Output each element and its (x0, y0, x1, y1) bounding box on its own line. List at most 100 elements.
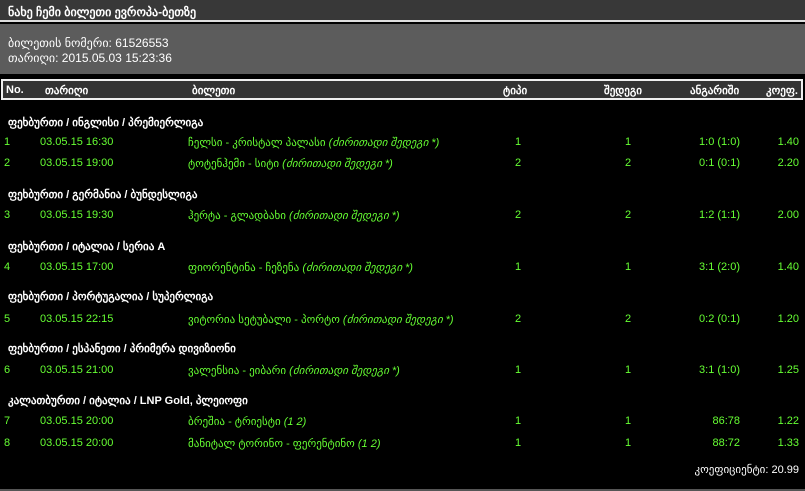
row-result: 2 (625, 209, 632, 221)
bet-note: (1 2) (283, 416, 307, 428)
row-match: ბრეშია - ტრიესტი (1 2) (188, 415, 306, 428)
match-name: ვიტორია სეტუბალი - პორტო (188, 314, 340, 326)
group-label: ფეხბურთი / ინგლისი / პრემიერლიგა (8, 117, 204, 129)
row-coef: 1.33 (777, 437, 799, 449)
row-coef: 1.22 (777, 415, 799, 427)
row-no: 6 (4, 364, 11, 376)
table-row: 7 03.05.15 20:00 ბრეშია - ტრიესტი (1 2) 1 1 8… (0, 415, 805, 431)
row-date: 03.05.15 17:00 (40, 261, 114, 273)
header-type: ტიპი (503, 85, 528, 97)
match-name: ტოტენჰემი - სიტი (188, 158, 280, 170)
table-header: No. თარიღი ბილეთი ტიპი შედეგი ანგარიში კ… (1, 79, 803, 100)
row-score: 1:0 (1:0) (699, 136, 740, 148)
row-type: 1 (515, 261, 522, 273)
bets-table: ფეხბურთი / ინგლისი / პრემიერლიგა 1 03.05.1… (0, 100, 805, 480)
row-coef: 1.40 (777, 136, 799, 148)
header-ticket: ბილეთი (192, 85, 236, 97)
row-match: ჩელსი - კრისტალ პალასი (ძირითადი შედეგი … (188, 136, 439, 149)
row-type: 1 (515, 364, 522, 376)
row-type: 1 (515, 437, 522, 449)
group-label: ფეხბურთი / იტალია / სერია A (8, 241, 166, 253)
row-score: 0:1 (0:1) (699, 157, 740, 169)
row-match: ფიორენტინა - ჩეზენა (ძირითადი შედეგი *) (188, 261, 413, 274)
row-coef: 1.20 (777, 313, 799, 325)
bet-note: (ძირითადი შედეგი *) (288, 210, 400, 222)
row-result: 1 (625, 437, 632, 449)
ticket-number: 61526553 (115, 36, 169, 50)
row-match: ვიტორია სეტუბალი - პორტო (ძირითადი შედეგ… (188, 313, 454, 326)
table-row: 6 03.05.15 21:00 ვალენსია - ეიბარი (ძირითა… (0, 364, 805, 380)
ticket-info: ბილეთის ნომერი: 61526553 თარიღი: 2015.05… (0, 24, 805, 74)
match-name: ჰერტა - გლადბახი (188, 210, 286, 222)
bet-note: (ძირითადი შედეგი *) (342, 314, 454, 326)
row-result: 2 (625, 313, 632, 325)
row-no: 1 (4, 136, 11, 148)
table-row: 2 03.05.15 19:00 ტოტენჰემი - სიტი (ძირითად… (0, 157, 805, 173)
row-date: 03.05.15 19:30 (40, 209, 114, 221)
row-coef: 2.20 (777, 157, 799, 169)
row-no: 2 (4, 157, 11, 169)
row-score: 0:2 (0:1) (699, 313, 740, 325)
row-coef: 1.25 (777, 364, 799, 376)
row-score: 88:72 (712, 437, 740, 449)
table-row: 1 03.05.15 16:30 ჩელსი - კრისტალ პალასი (ძ… (0, 136, 805, 152)
row-type: 1 (515, 415, 522, 427)
row-no: 5 (4, 313, 11, 325)
row-score: 3:1 (2:0) (699, 261, 740, 273)
row-score: 1:2 (1:1) (699, 209, 740, 221)
table-row: 3 03.05.15 19:30 ჰერტა - გლადბახი (ძირითად… (0, 209, 805, 225)
row-date: 03.05.15 19:00 (40, 157, 114, 169)
match-name: ბრეშია - ტრიესტი (188, 416, 281, 428)
row-coef: 2.00 (777, 209, 799, 221)
bet-note: (ძირითადი შედეგი *) (282, 158, 393, 170)
row-type: 2 (515, 209, 522, 221)
header-coef: კოეფ. (766, 85, 798, 97)
group-label: ფეხბურთი / პორტუგალია / სუპერლიგა (8, 291, 214, 303)
row-result: 1 (625, 415, 632, 427)
row-result: 1 (625, 136, 632, 148)
row-result: 2 (625, 157, 632, 169)
total-coef-value: 20.99 (771, 464, 799, 476)
row-type: 1 (515, 136, 522, 148)
row-no: 7 (4, 415, 11, 427)
total-coef-label: კოეფიციენტი: (694, 464, 769, 476)
bet-note: (1 2) (357, 438, 381, 450)
row-match: ვალენსია - ეიბარი (ძირითადი შედეგი *) (188, 364, 400, 377)
group-label: ფეხბურთი / ესპანეთი / პრიმერა დივიზიონი (8, 343, 236, 355)
match-name: ვალენსია - ეიბარი (188, 365, 287, 377)
match-name: ჩელსი - კრისტალ პალასი (188, 137, 326, 149)
row-result: 1 (625, 261, 632, 273)
row-match: ტოტენჰემი - სიტი (ძირითადი შედეგი *) (188, 157, 393, 170)
row-match: მანიტალ ტორინო - ფერენტინო (1 2) (188, 437, 381, 450)
row-type: 2 (515, 313, 522, 325)
row-date: 03.05.15 16:30 (40, 136, 114, 148)
row-result: 1 (625, 364, 632, 376)
match-name: მანიტალ ტორინო - ფერენტინო (188, 438, 355, 450)
table-row: 8 03.05.15 20:00 მანიტალ ტორინო - ფერენტინ… (0, 437, 805, 453)
match-name: ფიორენტინა - ჩეზენა (188, 262, 300, 274)
bet-note: (ძირითადი შედეგი *) (328, 137, 440, 149)
date-label: თარიღი: (8, 51, 59, 65)
header-result: შედეგი (604, 85, 642, 97)
header-no: No. (6, 84, 24, 96)
group-label: კალათბურთი / იტალია / LNP Gold, პლეიოფი (8, 395, 248, 407)
page-title: ნახე ჩემი ბილეთი ევროპა-ბეთზე (0, 0, 805, 22)
ticket-number-label: ბილეთის ნომერი: (8, 36, 112, 50)
row-date: 03.05.15 20:00 (40, 415, 114, 427)
table-row: 4 03.05.15 17:00 ფიორენტინა - ჩეზენა (ძირი… (0, 261, 805, 277)
total-coefficient: კოეფიციენტი: 20.99 (695, 463, 799, 476)
row-no: 4 (4, 261, 11, 273)
row-no: 3 (4, 209, 11, 221)
row-date: 03.05.15 22:15 (40, 313, 114, 325)
bet-note: (ძირითადი შედეგი *) (289, 365, 400, 377)
row-date: 03.05.15 21:00 (40, 364, 114, 376)
table-row: 5 03.05.15 22:15 ვიტორია სეტუბალი - პორტო … (0, 313, 805, 329)
row-score: 3:1 (1:0) (699, 364, 740, 376)
row-score: 86:78 (712, 415, 740, 427)
row-type: 2 (515, 157, 522, 169)
header-score: ანგარიში (690, 85, 740, 97)
ticket-date: 2015.05.03 15:23:36 (61, 51, 172, 65)
row-coef: 1.40 (777, 261, 799, 273)
group-label: ფეხბურთი / გერმანია / ბუნდესლიგა (8, 189, 198, 201)
row-no: 8 (4, 437, 11, 449)
